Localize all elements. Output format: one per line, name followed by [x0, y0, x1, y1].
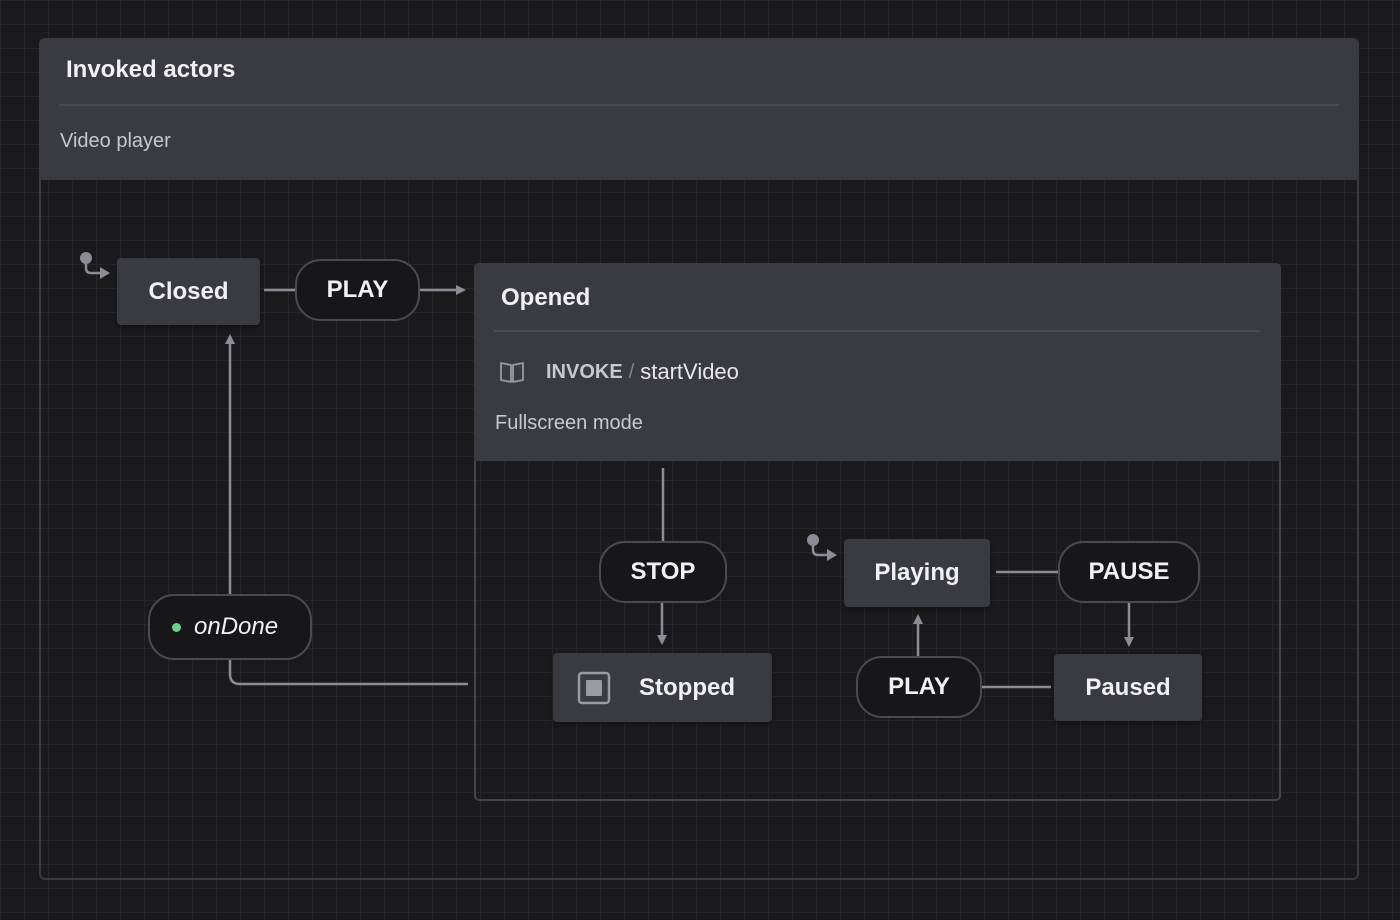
event-play-closed[interactable]: PLAY [295, 259, 420, 321]
edge-opened-ondone [228, 660, 468, 686]
event-on-done[interactable]: onDone [148, 594, 312, 660]
final-state-icon [577, 671, 611, 705]
transition-edges [80, 252, 1134, 689]
state-paused[interactable]: Paused [1054, 654, 1202, 721]
status-dot-icon [172, 622, 181, 632]
initial-marker-closed [80, 252, 110, 279]
initial-marker-playing [807, 534, 837, 561]
event-play-paused[interactable]: PLAY [856, 656, 982, 718]
event-stop[interactable]: STOP [599, 541, 727, 603]
state-stopped-label: Stopped [639, 673, 735, 701]
state-closed[interactable]: Closed [117, 258, 260, 325]
state-playing[interactable]: Playing [844, 539, 990, 607]
event-on-done-label: onDone [194, 613, 279, 640]
event-pause[interactable]: PAUSE [1058, 541, 1200, 603]
state-stopped[interactable]: Stopped [553, 653, 772, 722]
